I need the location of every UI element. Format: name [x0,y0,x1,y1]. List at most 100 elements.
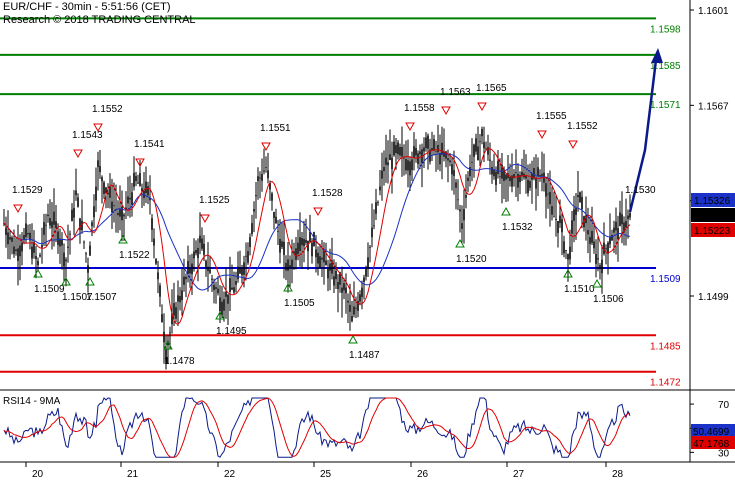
candle-body [611,234,613,241]
candle-body [173,303,175,316]
candle-body [13,246,15,254]
candle-body [241,267,243,276]
candle-body [435,151,437,153]
candle-body [505,174,507,180]
candle-body [473,144,475,157]
candle-body [351,316,353,322]
candle-body [213,284,215,291]
candle-body [327,267,329,279]
candle-body [15,249,17,252]
candle-body [489,159,491,161]
level-label: 1.1509 [650,274,681,285]
candle-body [509,176,511,182]
swing-low-label: 1.1495 [216,326,247,337]
candle-body [629,212,631,218]
swing-low-marker [455,238,465,248]
candle-body [155,258,157,264]
candle-body [371,227,373,238]
candle-body [565,250,567,251]
candle-body [591,230,593,243]
chart-root: 1.16011.15671.15331.1499202122252627281.… [0,0,735,480]
swing-low-label: 1.1520 [456,254,487,265]
candle-body [551,206,553,215]
candle-body [407,160,409,171]
candle-body [279,238,281,253]
candle-body [349,304,351,312]
candle-body [497,161,499,175]
candle-body [625,220,627,228]
candle-body [419,151,421,155]
candle-body [479,141,481,143]
candle-body [233,287,235,293]
candle-body [359,294,361,302]
candle-body [169,332,171,334]
candle-body [487,147,489,155]
candle-body [265,167,267,168]
swing-low-marker [33,268,43,278]
candle-body [303,238,305,247]
chart-canvas: 1.16011.15671.15331.1499202122252627281.… [0,0,735,480]
candle-body [593,241,595,249]
candle-body [455,182,457,188]
swing-high-marker [200,214,210,224]
candle-body [485,148,487,150]
candle-body [257,176,259,182]
candle-body [147,186,149,196]
candle-body [71,209,73,221]
swing-high-label: 1.1563 [440,87,471,98]
candle-body [495,171,497,185]
candle-body [499,176,501,178]
swing-high-marker [441,106,451,116]
swing-high-label: 1.1543 [72,130,103,141]
candle-body [77,197,79,207]
candle-body [375,202,377,214]
forecast-label: 1.1530 [625,185,656,196]
swing-low-label: 1.1509 [34,284,65,295]
candle-body [433,139,435,151]
candle-body [129,197,131,200]
x-tick-label: 21 [127,469,139,480]
candle-body [231,287,233,290]
candle-body [83,241,85,243]
candle-body [343,283,345,291]
candle-body [63,252,65,267]
candle-body [297,242,299,255]
candle-body [587,230,589,235]
candle-body [181,290,183,300]
candle-body [127,196,129,204]
candle-body [151,218,153,230]
candle-body [113,205,115,207]
candle-body [159,285,161,297]
x-tick-label: 22 [224,469,236,480]
candle-body [379,186,381,191]
candle-body [535,177,537,189]
candle-body [347,300,349,303]
candle-body [273,211,275,218]
candle-body [595,253,597,264]
rsi-tick-label: 70 [718,400,730,411]
swing-high-marker [477,102,487,112]
candle-body [119,208,121,217]
candle-body [89,245,91,256]
candle-body [207,266,209,272]
candle-body [139,172,141,186]
candle-body [333,276,335,286]
candle-body [363,277,365,282]
candle-body [461,223,463,229]
candle-body [393,141,395,156]
candle-body [101,177,103,182]
candle-body [413,146,415,158]
rsi-title: RSI14 - 9MA [3,396,61,407]
swing-high-marker [537,130,547,140]
swing-low-label: 1.1487 [349,350,380,361]
candle-body [135,176,137,182]
candle-body [329,263,331,271]
candle-body [475,138,477,152]
rsi-value-label: 47.1768 [693,439,730,450]
candle-body [31,246,33,259]
candle-body [107,192,109,195]
candle-body [217,288,219,294]
price-tag-label: 1.15269 [694,211,731,222]
candle-body [103,182,105,195]
candle-body [299,237,301,252]
